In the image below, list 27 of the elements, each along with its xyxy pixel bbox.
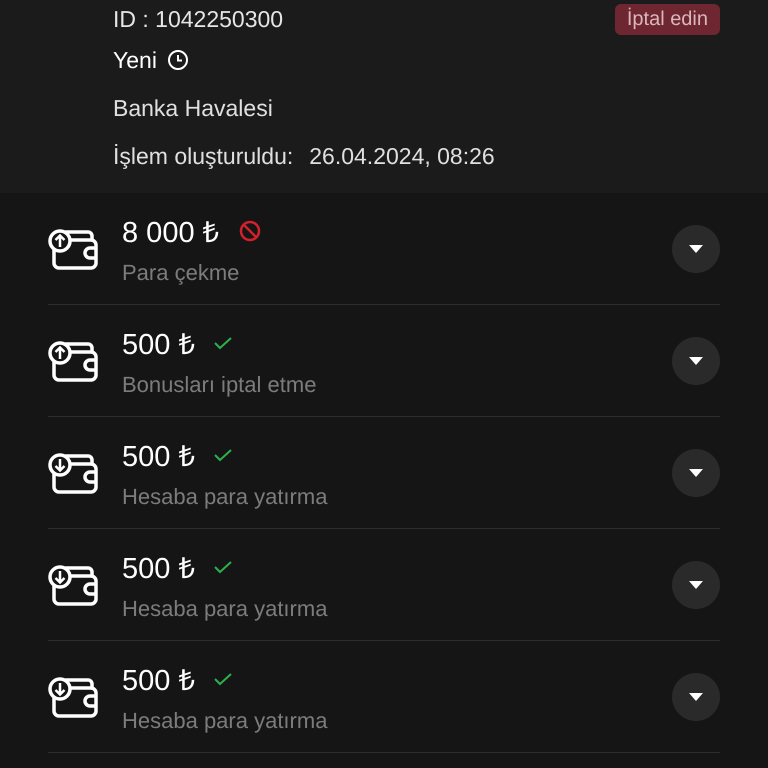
caret-icon: [688, 580, 704, 590]
caret-icon: [688, 356, 704, 366]
cancel-button[interactable]: İptal edin: [614, 4, 720, 34]
expand-button[interactable]: [672, 560, 720, 608]
amount-text: 500 ₺: [122, 328, 196, 362]
caret-icon: [688, 244, 704, 254]
transaction-type: Hesaba para yatırma: [122, 596, 328, 622]
transaction-type: Hesaba para yatırma: [122, 708, 328, 734]
transaction-type: Para çekme: [122, 260, 240, 286]
clock-icon: [166, 49, 189, 71]
transaction-type: Bonusları iptal etme: [122, 372, 318, 398]
amount-text: 500 ₺: [122, 552, 196, 586]
amount-text: 500 ₺: [122, 440, 196, 474]
amount-text: 500 ₺: [122, 664, 196, 698]
amount-text: 8 000 ₺: [122, 216, 220, 250]
caret-icon: [688, 468, 704, 478]
caret-icon: [688, 692, 704, 702]
created-date: 26.04.2024, 08:26: [309, 142, 495, 170]
payment-method: Banka Havalesi: [113, 94, 273, 122]
expand-button[interactable]: [672, 336, 720, 384]
status-text: Yeni: [113, 46, 157, 74]
expand-button[interactable]: [672, 448, 720, 496]
expand-button[interactable]: [672, 672, 720, 720]
transaction-type: Hesaba para yatırma: [122, 484, 328, 510]
created-label: İşlem oluşturuldu:: [113, 142, 294, 170]
expand-button[interactable]: [672, 224, 720, 272]
transaction-id: ID : 1042250300: [113, 6, 284, 32]
